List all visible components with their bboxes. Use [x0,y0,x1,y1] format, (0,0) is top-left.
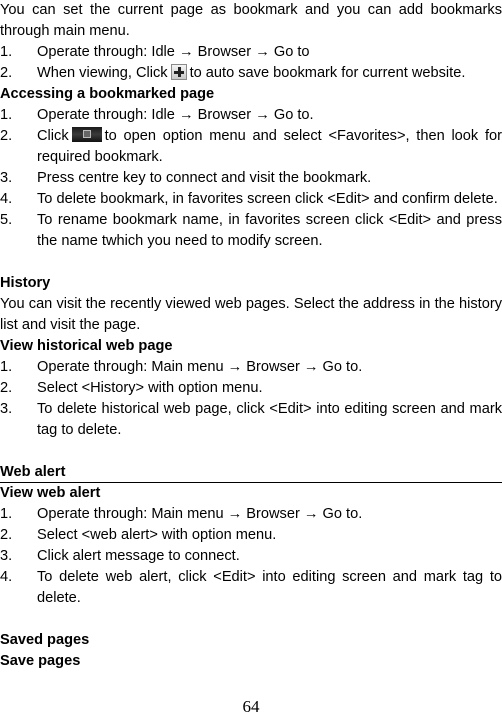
item-number: 1. [0,506,13,522]
item-text: To delete web alert, click <Edit> into e… [37,569,502,606]
list-item: 3. To delete historical web page, click … [0,399,502,441]
section-heading-web-alert: Web alert [0,462,502,483]
item-number: 3. [0,548,13,564]
plus-icon [170,64,187,80]
item-number: 2. [0,380,13,396]
item-number: 2. [0,65,13,81]
item-number: 1. [0,44,13,60]
item-number: 1. [0,359,13,375]
item-text: Click alert message to connect. [37,548,240,564]
item-text: Operate through: Idle → Browser → Go to [37,44,310,60]
list-item: 5. To rename bookmark name, in favorites… [0,210,502,252]
section-heading-accessing: Accessing a bookmarked page [0,86,215,102]
section-heading-history: History [0,275,51,291]
item-number: 2. [0,128,13,144]
list-item: 3. Click alert message to connect. [0,546,502,567]
item-text-after: to auto save bookmark for current websit… [189,65,466,81]
item-text: Select <web alert> with option menu. [37,527,277,543]
item-text: To delete bookmark, in favorites screen … [37,191,498,207]
subheading-view-history: View historical web page [0,338,173,354]
subheading-save-pages: Save pages [0,653,81,669]
list-item: 1. Operate through: Main menu → Browser … [0,357,502,378]
item-text: Click to open option menu and select <Fav… [37,126,502,168]
item-number: 4. [0,191,13,207]
item-number: 2. [0,527,13,543]
item-text-before: When viewing, Click [37,65,168,81]
item-text: Press centre key to connect and visit th… [37,170,372,186]
item-text: To delete historical web page, click <Ed… [37,401,502,438]
item-text-after: to open option menu and select <Favorite… [37,128,502,165]
section-heading-saved-pages: Saved pages [0,632,90,648]
intro-paragraph: You can set the current page as bookmark… [0,2,502,39]
item-text: Select <History> with option menu. [37,380,263,396]
list-item: 1. Operate through: Idle → Browser → Go … [0,42,502,63]
list-item: 2. Select <web alert> with option menu. [0,525,502,546]
item-text: When viewing, Click to auto save bookmark… [37,63,502,84]
subheading-view-web-alert: View web alert [0,485,101,501]
list-item: 3. Press centre key to connect and visit… [0,168,502,189]
list-item: 2. Click to open option menu and select <… [0,126,502,168]
item-number: 4. [0,569,13,585]
history-paragraph: You can visit the recently viewed web pa… [0,296,502,333]
item-number: 1. [0,107,13,123]
list-item: 1. Operate through: Main menu → Browser … [0,504,502,525]
list-item: 4. To delete bookmark, in favorites scre… [0,189,502,210]
list-item: 2. When viewing, Click to auto save bookm… [0,63,502,84]
item-text: Operate through: Main menu → Browser → G… [37,359,363,375]
item-text: Operate through: Main menu → Browser → G… [37,506,363,522]
item-text: Operate through: Idle → Browser → Go to. [37,107,314,123]
item-number: 3. [0,170,13,186]
list-item: 4. To delete web alert, click <Edit> int… [0,567,502,609]
item-number: 3. [0,401,13,417]
item-text: To rename bookmark name, in favorites sc… [37,212,502,249]
page-number: 64 [242,697,260,716]
menu-key-icon [71,127,102,142]
item-number: 5. [0,212,13,228]
item-text-before: Click [37,128,69,144]
document-page: You can set the current page as bookmark… [0,0,502,672]
list-item: 2. Select <History> with option menu. [0,378,502,399]
list-item: 1. Operate through: Idle → Browser → Go … [0,105,502,126]
